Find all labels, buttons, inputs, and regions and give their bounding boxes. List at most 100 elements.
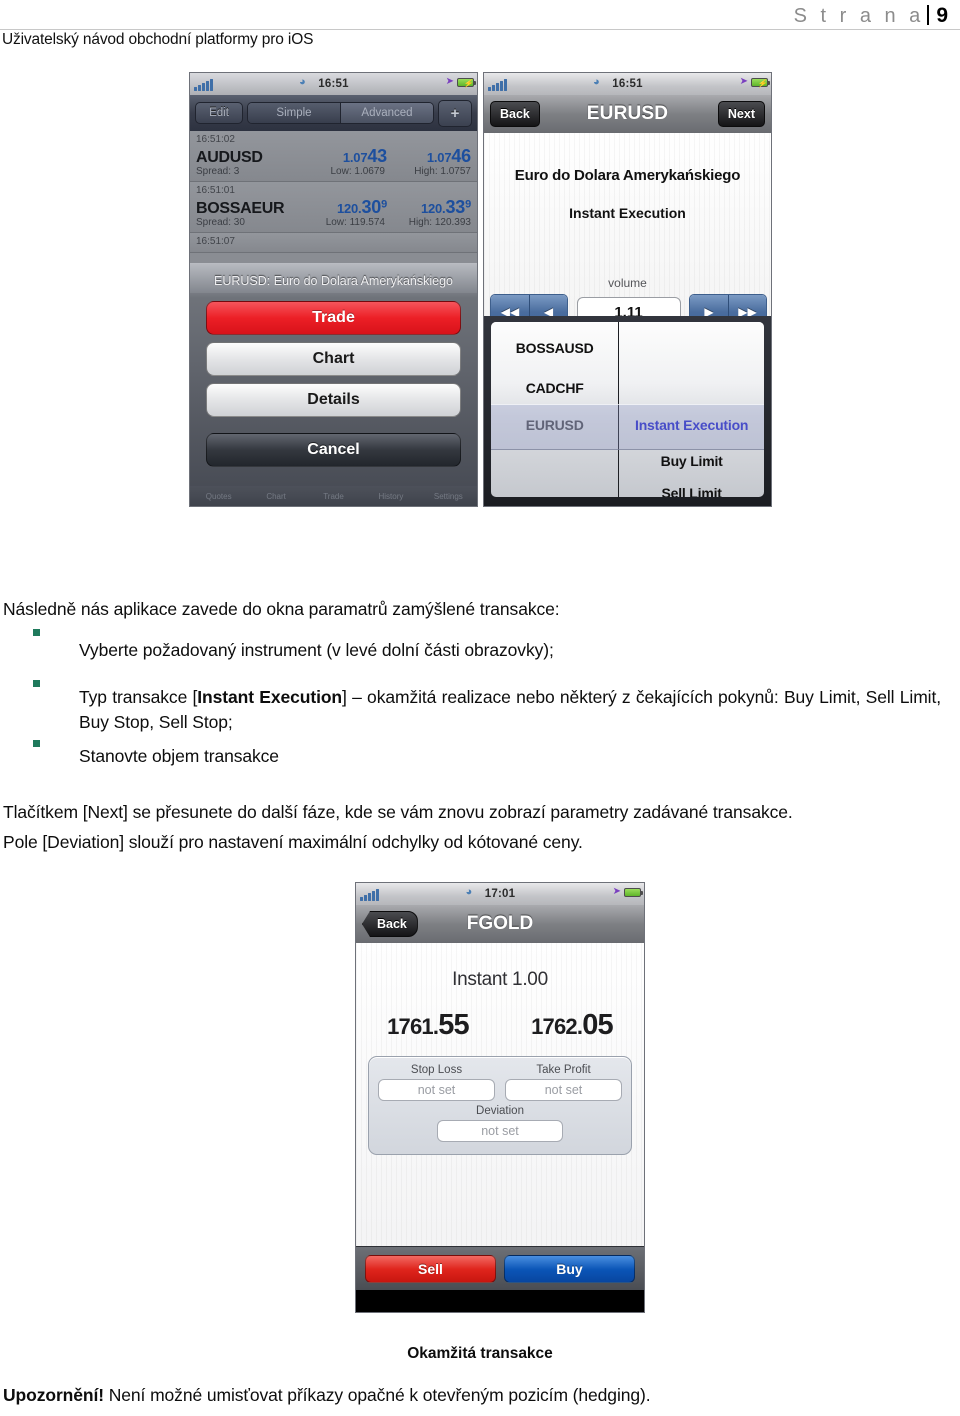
signal-bars-icon: [360, 889, 379, 901]
quote-time: 16:51:02: [196, 134, 235, 145]
buy-button[interactable]: Buy: [504, 1254, 635, 1283]
picker-item-order-type-selected[interactable]: Instant Execution: [619, 417, 764, 433]
figure-caption: Okamžitá transakce: [407, 1345, 553, 1362]
paragraph-deviation: Pole [Deviation] slouží pro nastavení ma…: [3, 832, 583, 852]
status-right-icons: ➤ ⚡: [740, 77, 770, 88]
stop-loss-group: Stop Loss not set: [378, 1064, 495, 1101]
status-bar: ◕ 16:51 ➤ ⚡: [484, 73, 771, 95]
status-time: 16:51: [612, 78, 643, 90]
stop-loss-input[interactable]: not set: [378, 1079, 495, 1101]
next-button[interactable]: Next: [717, 101, 765, 127]
tab-advanced[interactable]: Advanced: [341, 103, 433, 123]
take-profit-label: Take Profit: [536, 1064, 591, 1076]
take-profit-group: Take Profit not set: [505, 1064, 622, 1101]
ask-price[interactable]: 1762.05: [531, 1009, 614, 1042]
page-number-block: S t r a n a 9: [794, 2, 948, 28]
instrument-picker-column[interactable]: BOSSAUSD CADCHF EURUSD: [491, 322, 620, 497]
quote-bid: 1.0743: [342, 146, 387, 166]
take-profit-input[interactable]: not set: [505, 1079, 622, 1101]
wifi-icon: ◕: [593, 76, 600, 88]
wifi-icon: ◕: [299, 76, 306, 88]
tab-trade[interactable]: Trade: [305, 492, 362, 501]
picker-item-instrument[interactable]: BOSSAUSD: [491, 340, 618, 356]
quote-spread: Spread: 30: [196, 217, 245, 228]
add-symbol-button[interactable]: +: [438, 99, 472, 127]
tab-simple[interactable]: Simple: [248, 103, 341, 123]
screenshot-quotes-list: ◕ 16:51 ➤ ⚡ Edit Simple Advanced + 16:51…: [189, 72, 478, 507]
order-parameters-panel: Stop Loss not set Take Profit not set De…: [368, 1056, 632, 1155]
back-button[interactable]: Back: [362, 911, 418, 937]
status-time: 17:01: [484, 888, 516, 900]
order-type-picker-column[interactable]: Instant Execution Buy Limit Sell Limit: [619, 322, 764, 498]
trade-button[interactable]: Trade: [206, 301, 461, 335]
navigation-bar: Back EURUSD Next: [484, 95, 771, 133]
picker-item-order-type[interactable]: Sell Limit: [619, 485, 764, 497]
screenshot-instant-transaction: ◕ 17:01 ➤ Back FGOLD Instant 1.00 1761.5…: [355, 882, 645, 1313]
tab-bar[interactable]: Quotes Chart Trade History Settings: [190, 486, 477, 506]
quote-time: 16:51:07: [196, 236, 235, 247]
paragraph-next: Tlačítkem [Next] se přesunete do další f…: [3, 802, 793, 822]
quote-spread: Spread: 3: [196, 166, 240, 177]
edit-button[interactable]: Edit: [195, 102, 243, 124]
bullet-square-icon: [33, 680, 40, 687]
details-button[interactable]: Details: [206, 383, 461, 417]
quotes-toolbar: Edit Simple Advanced +: [190, 95, 477, 131]
instant-volume-label: Instant 1.00: [452, 969, 548, 990]
picker-item-order-type[interactable]: Buy Limit: [619, 453, 764, 469]
instrument-name: Euro do Dolara Amerykańskiego: [514, 167, 741, 184]
status-bar: ◕ 17:01 ➤: [356, 883, 644, 905]
back-button[interactable]: Back: [490, 101, 540, 127]
quote-time: 16:51:01: [196, 185, 235, 196]
trade-body: Instant 1.00 1761.55 1762.05 Stop Loss n…: [356, 943, 644, 1290]
quote-ask: 1.0746: [426, 146, 471, 166]
navigation-bar: Back FGOLD: [356, 905, 644, 943]
screenshot-order-entry: ◕ 16:51 ➤ ⚡ Back EURUSD Next Euro do Dol…: [483, 72, 772, 507]
sell-button[interactable]: Sell: [365, 1254, 496, 1283]
order-body: Euro do Dolara Amerykańskiego Instant Ex…: [484, 133, 771, 338]
quote-ask: 120.339: [420, 197, 471, 217]
bullet-square-icon: [33, 740, 40, 747]
picker-item-instrument-selected[interactable]: EURUSD: [491, 417, 618, 433]
execution-mode-label: Instant Execution: [569, 205, 686, 221]
battery-icon: [624, 887, 643, 897]
deviation-input[interactable]: not set: [437, 1120, 563, 1142]
list-item-label: Typ transakce [Instant Execution] – okam…: [79, 687, 941, 732]
picker-item-instrument[interactable]: CADCHF: [491, 380, 618, 396]
quote-low: Low: 119.574: [325, 217, 385, 228]
header-divider: [0, 29, 960, 30]
tab-quotes[interactable]: Quotes: [190, 492, 247, 501]
chart-button[interactable]: Chart: [206, 342, 461, 376]
order-picker[interactable]: BOSSAUSD CADCHF EURUSD Instant Execution…: [484, 316, 771, 506]
cancel-button[interactable]: Cancel: [206, 433, 461, 467]
price-row: 1761.55 1762.05: [356, 991, 644, 1042]
status-time: 16:51: [318, 78, 349, 90]
bid-price[interactable]: 1761.55: [387, 1009, 470, 1042]
list-item-label: Stanovte objem transakce: [79, 746, 279, 766]
status-right-icons: ➤: [613, 887, 643, 897]
tab-settings[interactable]: Settings: [420, 492, 477, 501]
wifi-icon: ◕: [465, 886, 473, 898]
status-right-icons: ➤ ⚡: [446, 77, 476, 88]
page-header: S t r a n a 9 Uživatelský návod obchodní…: [0, 0, 960, 52]
view-mode-segmented-control[interactable]: Simple Advanced: [247, 102, 434, 124]
battery-charging-icon: ⚡: [751, 77, 770, 88]
tab-chart[interactable]: Chart: [247, 492, 304, 501]
battery-charging-icon: ⚡: [457, 77, 476, 88]
quote-symbol: AUDUSD: [196, 149, 263, 166]
quote-low: Low: 1.0679: [330, 166, 386, 177]
list-item-label: Vyberte požadovaný instrument (v levé do…: [79, 640, 554, 660]
table-row-partial[interactable]: 16:51:07: [190, 233, 477, 253]
warning-note: Upozornění! Není možné umisťovat příkazy…: [3, 1385, 651, 1405]
page-number: 9: [936, 4, 948, 27]
quote-symbol: BOSSAEUR: [196, 200, 285, 217]
quote-high: High: 1.0757: [414, 166, 471, 177]
trade-action-bar: Sell Buy: [356, 1246, 644, 1290]
bullet-square-icon: [33, 629, 40, 636]
tab-history[interactable]: History: [362, 492, 419, 501]
action-sheet: EURUSD: Euro do Dolara Amerykańskiego Tr…: [190, 263, 477, 506]
paragraph-intro: Následně nás aplikace zavede do okna par…: [3, 599, 560, 619]
table-row[interactable]: 16:51:01 BOSSAEUR 120.309 120.339 Spread…: [190, 182, 477, 233]
table-row[interactable]: 16:51:02 AUDUSD 1.0743 1.0746 Spread: 3 …: [190, 131, 477, 182]
quote-bid: 120.309: [336, 197, 387, 217]
stop-loss-label: Stop Loss: [410, 1064, 463, 1076]
